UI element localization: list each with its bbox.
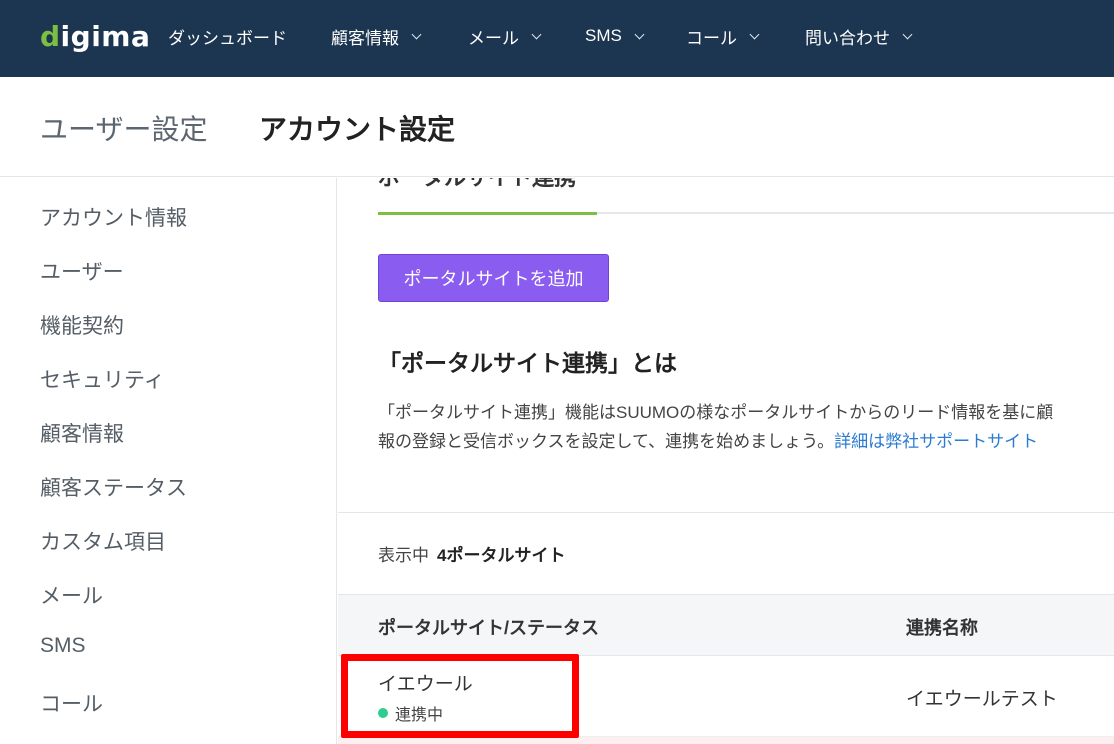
tab-portal-site-integration[interactable]: ポータルサイト連携: [378, 178, 576, 192]
sidebar-item-account-info[interactable]: アカウント情報: [40, 202, 187, 232]
nav-inquiry-label: 問い合わせ: [805, 28, 890, 48]
description-text-2-body: 報の登録と受信ボックスを設定して、連携を始めましょう。: [378, 432, 835, 451]
breadcrumb-user-settings[interactable]: ユーザー設定: [40, 108, 207, 148]
chevron-down-icon: [634, 29, 645, 39]
sidebar-item-customer-status[interactable]: 顧客ステータス: [40, 472, 187, 502]
next-row-strip: [338, 737, 1114, 744]
nav-mail[interactable]: メール: [468, 24, 542, 48]
chevron-down-icon: [531, 29, 542, 39]
settings-sidebar: アカウント情報 ユーザー 機能契約 セキュリティ 顧客情報 顧客ステータス カス…: [0, 178, 337, 744]
column-header-site-status: ポータルサイト/ステータス: [378, 618, 599, 638]
nav-customer-info-label: 顧客情報: [331, 28, 399, 48]
logo-letter-d: d: [40, 20, 61, 53]
status-label: 連携中: [395, 707, 444, 724]
result-count: 表示中 4ポータルサイト: [378, 541, 565, 566]
table-row[interactable]: イエウール 連携中 イエウールテスト: [338, 657, 1114, 737]
sidebar-item-security[interactable]: セキュリティ: [40, 364, 165, 394]
nav-customer-info[interactable]: 顧客情報: [331, 24, 422, 48]
description-text: 「ポータルサイト連携」機能はSUUMOの様なポータルサイトからのリード情報を基に…: [378, 403, 1054, 422]
chevron-down-icon: [902, 29, 913, 39]
digima-logo[interactable]: digima: [40, 20, 150, 53]
sidebar-item-mail[interactable]: メール: [40, 580, 103, 610]
add-portal-site-button[interactable]: ポータルサイトを追加: [378, 254, 609, 302]
logo-text: igima: [60, 20, 151, 53]
nav-call[interactable]: コール: [686, 24, 760, 48]
result-count-label: 表示中: [378, 546, 429, 565]
integration-alias: イエウールテスト: [906, 689, 1058, 710]
portal-site-name[interactable]: イエウール: [378, 669, 473, 696]
page-title: アカウント設定: [259, 114, 456, 145]
nav-inquiry[interactable]: 問い合わせ: [805, 24, 913, 48]
support-site-link[interactable]: 詳細は弊社サポートサイト: [834, 432, 1038, 451]
column-header-alias: 連携名称: [906, 618, 978, 638]
status-badge: 連携中: [378, 701, 443, 725]
nav-sms-label: SMS: [585, 26, 622, 45]
sidebar-item-users[interactable]: ユーザー: [40, 256, 124, 286]
chevron-down-icon: [411, 29, 422, 39]
nav-dashboard-label: ダッシュボード: [168, 28, 287, 48]
top-navbar: digima ダッシュボード 顧客情報 メール SMS コール 問い合わせ: [0, 0, 1114, 77]
nav-call-label: コール: [686, 28, 737, 48]
page-header: ユーザー設定 アカウント設定: [0, 77, 1114, 177]
nav-sms[interactable]: SMS: [585, 24, 645, 48]
status-dot-icon: [378, 708, 388, 718]
table-header: ポータルサイト/ステータス 連携名称: [338, 594, 1114, 656]
result-count-value: 4ポータルサイト: [437, 546, 566, 565]
divider: [338, 512, 1114, 513]
main-content: ポータルサイト連携 ポータルサイトを追加 「ポータルサイト連携」とは 「ポータル…: [338, 178, 1114, 744]
section-heading: 「ポータルサイト連携」とは: [378, 350, 677, 376]
sidebar-item-custom-fields[interactable]: カスタム項目: [40, 526, 166, 556]
sidebar-item-contracts[interactable]: 機能契約: [40, 310, 124, 340]
tab-active-indicator: [378, 212, 597, 215]
sidebar-item-call[interactable]: コール: [40, 688, 103, 718]
sidebar-item-sms[interactable]: SMS: [40, 634, 86, 658]
description-text-2: 報の登録と受信ボックスを設定して、連携を始めましょう。詳細は弊社サポートサイト: [378, 427, 1038, 452]
nav-mail-label: メール: [468, 28, 519, 48]
chevron-down-icon: [749, 29, 760, 39]
sidebar-item-customer-info[interactable]: 顧客情報: [40, 418, 124, 448]
nav-dashboard[interactable]: ダッシュボード: [168, 24, 287, 48]
